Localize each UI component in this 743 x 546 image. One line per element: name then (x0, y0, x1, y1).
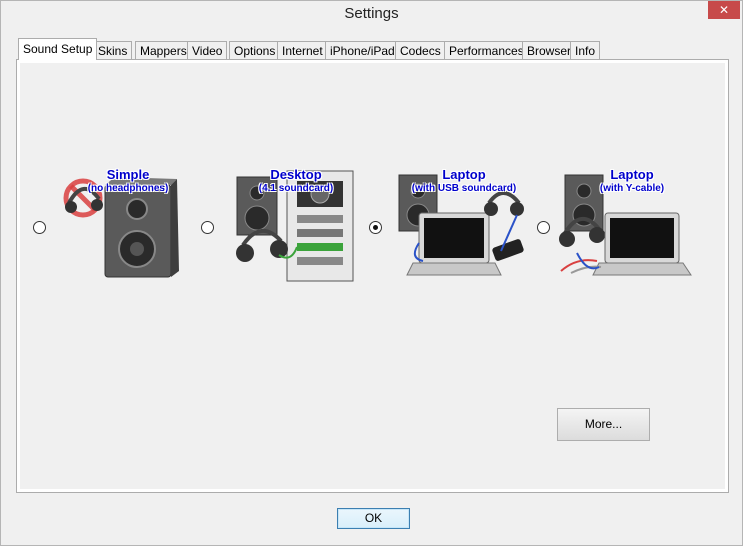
sound-option-laptop-usb[interactable]: Laptop (with USB soundcard) (369, 163, 524, 293)
option-subtitle: (with Y-cable) (599, 183, 665, 194)
option-title: Laptop (610, 167, 654, 182)
tab-skins[interactable]: Skins (93, 41, 133, 60)
tab-options[interactable]: Options (229, 41, 281, 60)
more-button[interactable]: More... (557, 408, 650, 441)
tab-iphone-ipad[interactable]: iPhone/iPad (325, 41, 400, 60)
window-title: Settings (344, 5, 399, 22)
radio-laptop-usb[interactable] (369, 221, 382, 234)
sound-option-simple[interactable]: Simple (no headphones) (33, 163, 188, 293)
tab-video[interactable]: Video (187, 41, 228, 60)
settings-window: Settings ✕ Sound Setup Skins Mappers Vid… (0, 0, 743, 546)
radio-simple[interactable] (33, 221, 46, 234)
sound-option-laptop-ycable[interactable]: Laptop (with Y-cable) (537, 163, 692, 293)
option-title: Desktop (270, 167, 322, 182)
option-title: Simple (106, 167, 150, 182)
tab-codecs[interactable]: Codecs (395, 41, 446, 60)
close-button[interactable]: ✕ (708, 1, 740, 19)
option-subtitle: (4.1 soundcard) (258, 183, 334, 194)
title-bar: Settings ✕ (1, 1, 742, 28)
radio-laptop-ycable[interactable] (537, 221, 550, 234)
tab-sound-setup[interactable]: Sound Setup (18, 38, 98, 60)
option-subtitle: (with USB soundcard) (411, 183, 517, 194)
ok-button[interactable]: OK (337, 508, 410, 529)
tab-performances[interactable]: Performances (444, 41, 529, 60)
tab-info[interactable]: Info (570, 41, 601, 60)
tab-browser[interactable]: Browser (522, 41, 577, 60)
radio-desktop[interactable] (201, 221, 214, 234)
option-subtitle: (no headphones) (87, 183, 169, 194)
tab-internet[interactable]: Internet (277, 41, 328, 60)
sound-option-desktop[interactable]: Desktop (4.1 soundcard) (201, 163, 356, 293)
option-title: Laptop (442, 167, 486, 182)
tab-mappers[interactable]: Mappers (135, 41, 192, 60)
